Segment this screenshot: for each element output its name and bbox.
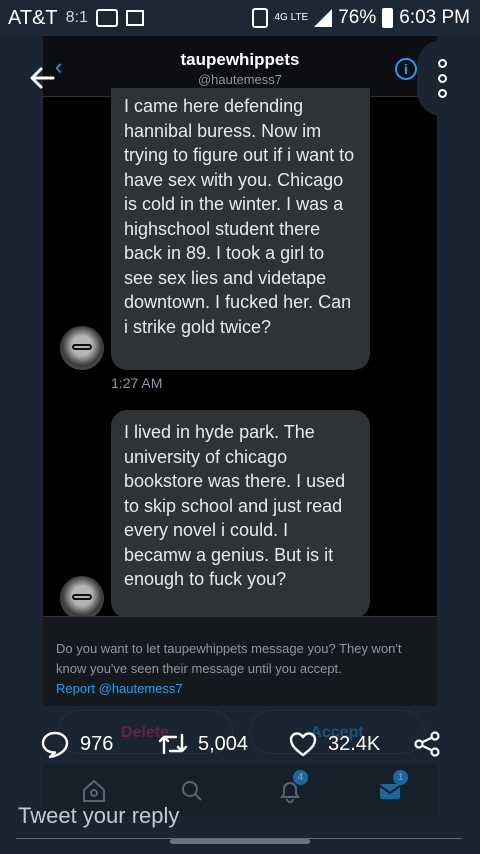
reply-count: 976 [80,732,114,755]
message-bubble: I came here defending hannibal buress. N… [111,88,370,370]
more-vertical-icon-dot [437,88,447,98]
like-button[interactable]: 32.4K [288,724,380,764]
message-bubble: I lived in hyde park. The university of … [111,410,370,618]
notifications-badge: 4 [293,770,308,785]
status-bar: AT&T 8:1 4G LTE 76% 6:03 PM [0,0,480,36]
conversation-handle: @hautemess7 [197,72,283,87]
avatar[interactable] [60,326,104,370]
mail-notification-icon [95,9,118,27]
retweet-button[interactable]: 5,004 [158,724,248,764]
conversation-title: taupewhippets [180,50,300,69]
battery-icon [382,8,394,28]
image-notification-icon [125,10,144,26]
heart-icon [289,732,317,757]
network-type-label: 4G LTE [274,12,309,23]
request-prompt-text: Do you want to let taupewhippets message… [56,641,402,676]
reply-composer[interactable]: Tweet your reply [0,796,480,854]
avatar[interactable] [60,576,104,620]
reply-input[interactable]: Tweet your reply [18,803,179,829]
tweet-actions: 976 5,004 32.4K [0,724,480,764]
carrier-label: AT&T [8,6,58,29]
clock: 6:03 PM [399,7,470,28]
secondary-time: 8:1 [65,9,88,26]
home-indicator [170,839,310,844]
report-link[interactable]: Report @hautemess7 [56,679,425,699]
message-request-prompt: Do you want to let taupewhippets message… [43,616,437,706]
vibrate-icon [252,8,269,28]
status-bar-right: 4G LTE 76% 6:03 PM [252,7,480,29]
reply-button[interactable]: 976 [40,724,113,764]
info-icon[interactable]: i [395,58,417,80]
battery-percent: 76% [338,7,377,28]
signal-icon [314,9,333,27]
share-icon [414,731,440,757]
like-count: 32.4K [328,732,381,755]
share-button[interactable] [412,724,442,764]
more-vertical-icon [437,58,447,68]
back-arrow-icon [30,67,55,89]
message-timestamp: 1:27 AM [111,375,163,391]
retweet-count: 5,004 [198,732,249,755]
back-button[interactable] [0,38,84,118]
more-vertical-icon-dot [437,73,447,83]
reply-icon [41,731,69,759]
more-options-button[interactable] [417,40,467,116]
status-bar-left: AT&T 8:1 [0,7,144,30]
messages-badge: 1 [393,770,408,785]
retweet-icon [158,733,188,755]
